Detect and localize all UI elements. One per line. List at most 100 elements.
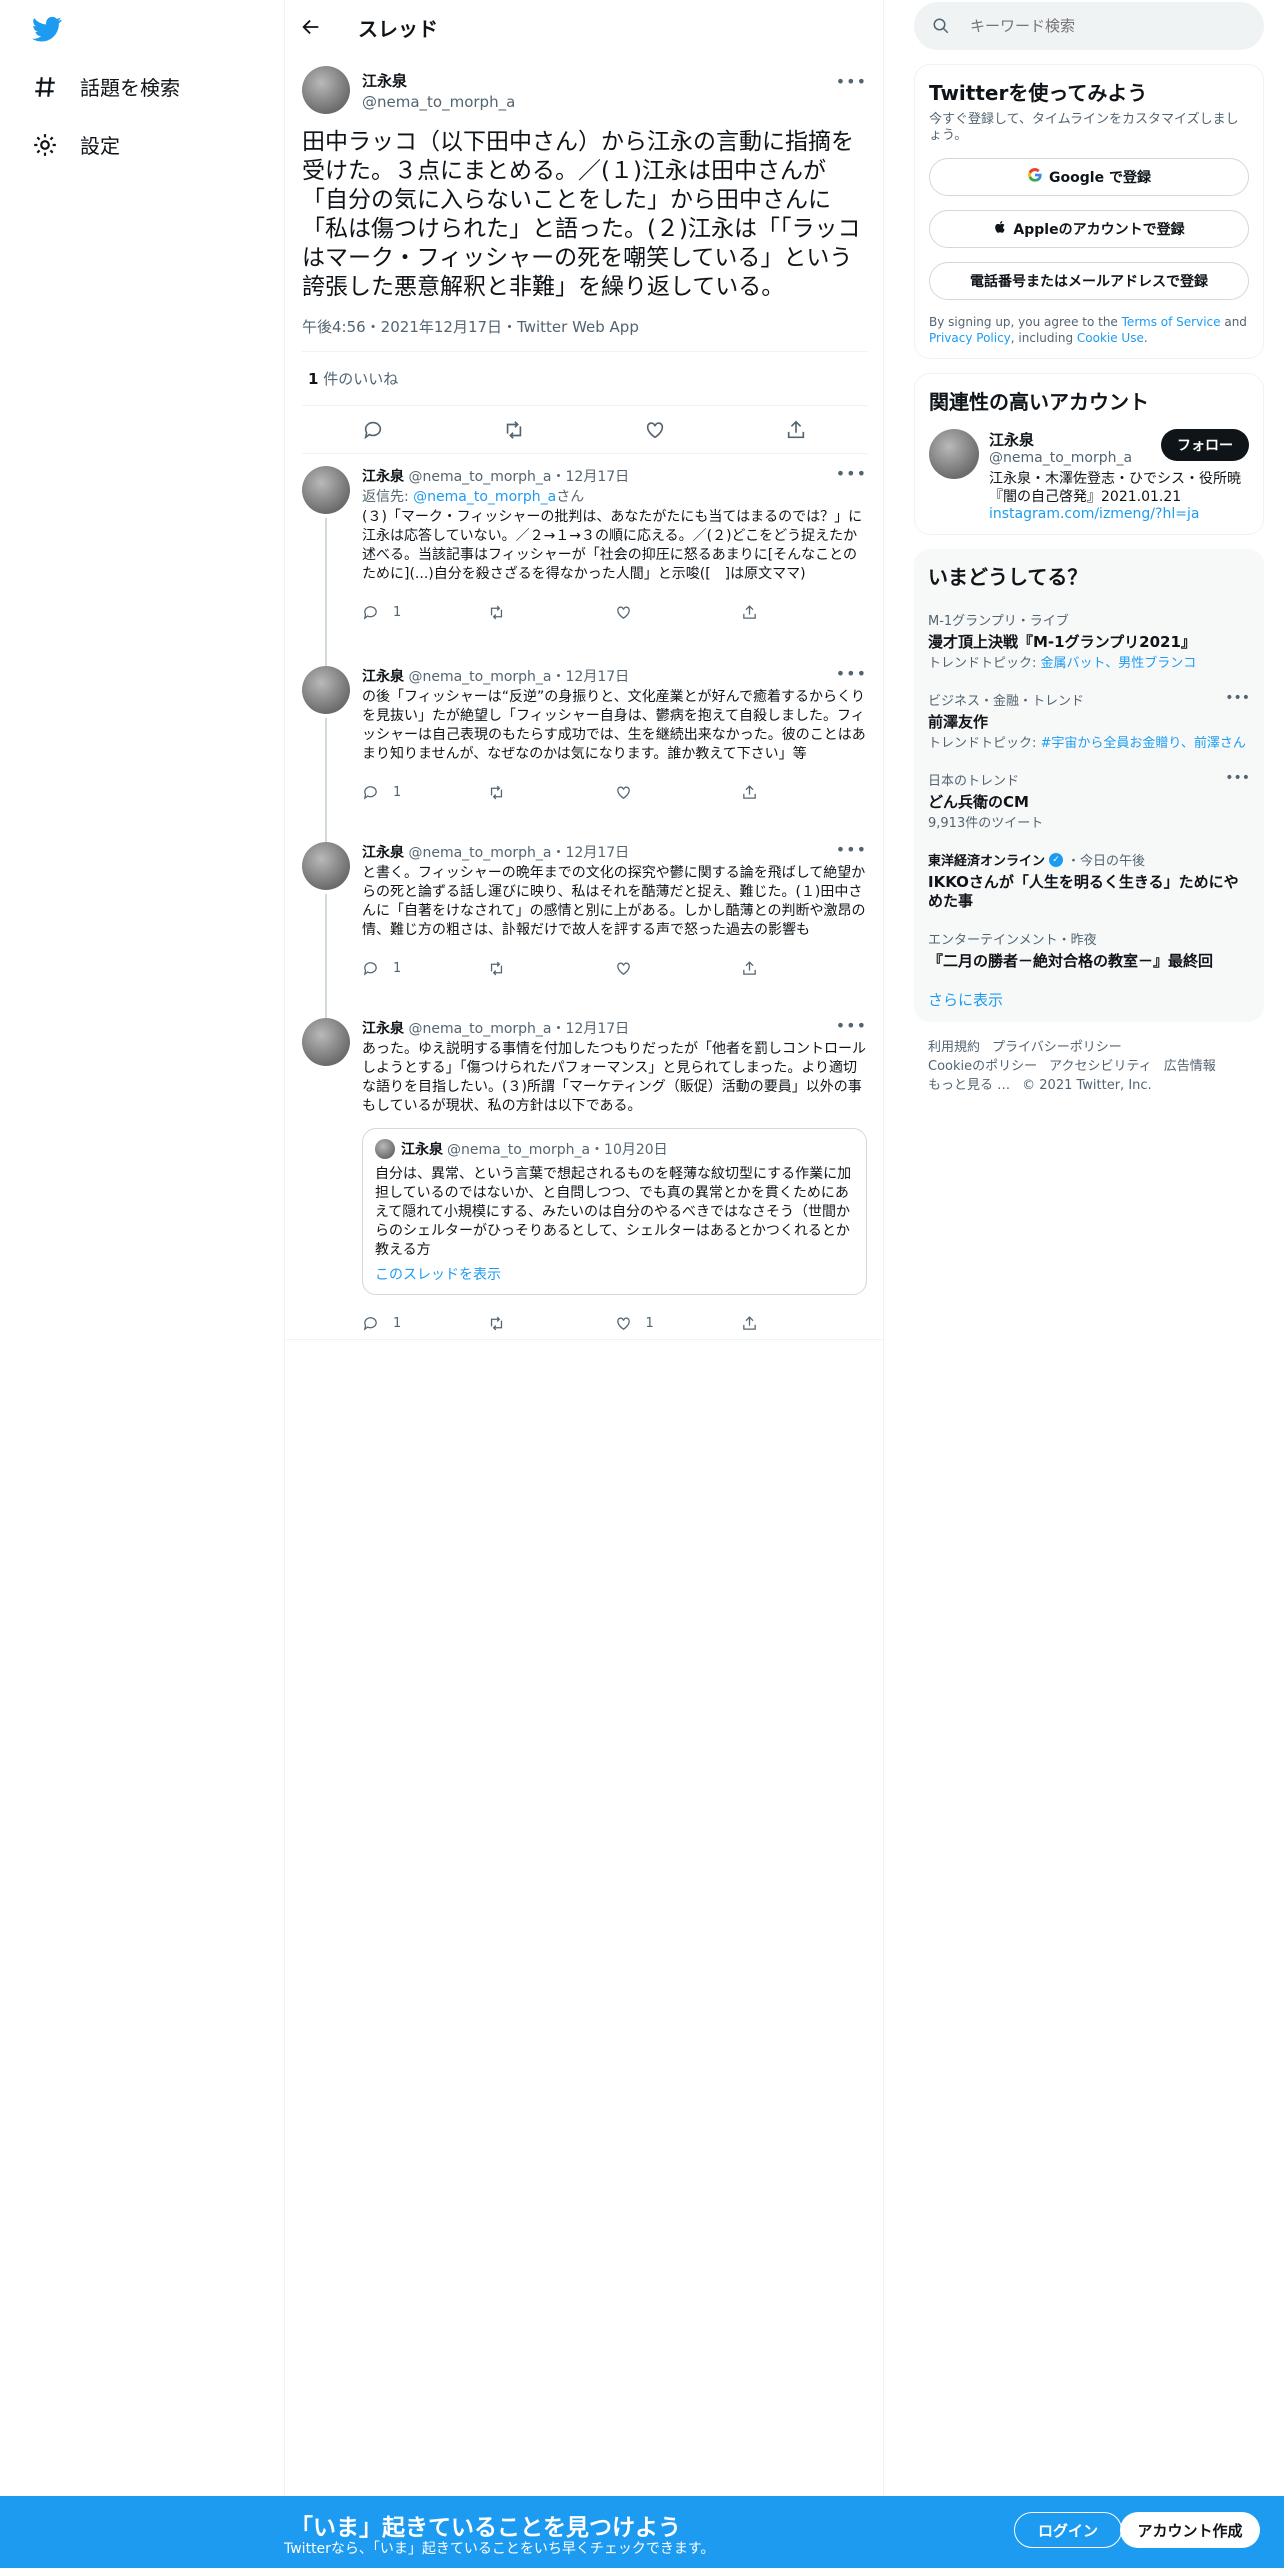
- trends-title: いまどうしてる？: [928, 565, 1088, 589]
- reply-button[interactable]: 1: [362, 604, 488, 621]
- source-name: 東洋経済オンライン: [928, 854, 1046, 869]
- trend-item[interactable]: 日本のトレンド ••• どん兵衛のCM 9,913件のツイート: [928, 760, 1250, 840]
- footer-more-link[interactable]: もっと見る …: [928, 1078, 1010, 1093]
- more-options-icon[interactable]: •••: [836, 1016, 867, 1035]
- retweet-button[interactable]: [488, 784, 614, 801]
- trend-name: 『二月の勝者－絶対合格の教室－』最終回: [928, 952, 1214, 970]
- author-name[interactable]: 江永泉: [362, 669, 404, 685]
- trend-info-prefix: トレンドトピック:: [928, 736, 1041, 751]
- reply-button[interactable]: 1: [362, 1315, 488, 1332]
- more-options-icon[interactable]: •••: [836, 664, 867, 683]
- more-options-icon[interactable]: •••: [1225, 690, 1250, 706]
- tweet-text: と書く。フィッシャーの晩年までの文化の探究や鬱に関する論を飛ばして絶望からの死と…: [362, 865, 866, 938]
- avatar[interactable]: [302, 66, 350, 114]
- author-handle[interactable]: @nema_to_morph_a: [362, 93, 515, 111]
- reply-tweet[interactable]: 江永泉 @nema_to_morph_a・12月17日 ••• 返信先: @nem…: [286, 454, 883, 658]
- retweet-button[interactable]: [488, 604, 614, 621]
- reply-to-handle[interactable]: @nema_to_morph_a: [413, 489, 556, 505]
- avatar[interactable]: [302, 842, 350, 890]
- trend-item[interactable]: ビジネス・金融・トレンド ••• 前澤友作 トレンドトピック: #宇宙から全員お…: [928, 680, 1250, 760]
- reply-button[interactable]: 1: [362, 784, 488, 801]
- signup-button[interactable]: アカウント作成: [1120, 2512, 1260, 2548]
- reply-tweet[interactable]: 江永泉 @nema_to_morph_a・12月17日 ••• と書く。フィッシャ…: [286, 818, 883, 1010]
- more-options-icon[interactable]: •••: [836, 72, 867, 91]
- footer-link[interactable]: Cookieのポリシー: [928, 1059, 1037, 1074]
- share-button[interactable]: [741, 784, 867, 801]
- like-button[interactable]: [615, 784, 741, 801]
- thread-line: [325, 518, 327, 658]
- twitter-logo-icon[interactable]: [30, 14, 64, 44]
- likes-count[interactable]: 1 件のいいね: [302, 352, 867, 406]
- account-link[interactable]: instagram.com/izmeng/?hl=ja: [989, 506, 1249, 522]
- phone-signup-button[interactable]: 電話番号またはメールアドレスで登録: [929, 262, 1249, 300]
- reply-icon: [363, 1316, 377, 1331]
- trend-item[interactable]: 東洋経済オンライン ✓ ・今日の午後 IKKOさんが「人生を明るく生きる」ためにやめ…: [928, 840, 1250, 919]
- terms-prefix: By signing up, you agree to the: [929, 315, 1122, 329]
- search-input[interactable]: [970, 17, 1230, 35]
- avatar: [375, 1139, 395, 1159]
- tweet-meta[interactable]: @nema_to_morph_a・12月17日: [408, 669, 629, 685]
- reply-button[interactable]: 1: [362, 960, 488, 977]
- retweet-button[interactable]: [488, 1315, 614, 1332]
- avatar[interactable]: [302, 666, 350, 714]
- tweet-meta[interactable]: @nema_to_morph_a・12月17日: [408, 469, 629, 485]
- tweet-meta[interactable]: @nema_to_morph_a・12月17日: [408, 845, 629, 861]
- like-button[interactable]: 1: [615, 1315, 741, 1332]
- retweet-button[interactable]: [488, 960, 614, 977]
- more-options-icon[interactable]: •••: [836, 840, 867, 859]
- apple-signup-button[interactable]: Appleのアカウントで登録: [929, 210, 1249, 248]
- search-bar[interactable]: [914, 2, 1264, 50]
- like-button[interactable]: [615, 604, 741, 621]
- terms-link[interactable]: Terms of Service: [1122, 315, 1221, 329]
- tweet-actions: 1: [362, 772, 867, 812]
- author-name[interactable]: 江永泉: [362, 469, 404, 485]
- footer-link[interactable]: プライバシーポリシー: [992, 1040, 1122, 1055]
- avatar[interactable]: [929, 429, 979, 479]
- copyright: © 2021 Twitter, Inc.: [1022, 1078, 1152, 1093]
- tweet-timestamp[interactable]: 午後4:56・2021年12月17日・Twitter Web App: [302, 316, 867, 352]
- thread-column: スレッド 江永泉 @nema_to_morph_a ••• 田中ラッコ（以下田中…: [286, 0, 884, 2496]
- related-account[interactable]: 江永泉 @nema_to_morph_a 江永泉・木澤佐登志・ひでシス・役所暁『…: [929, 429, 1249, 522]
- author-name[interactable]: 江永泉: [362, 845, 404, 861]
- nav-explore[interactable]: 話題を検索: [32, 72, 180, 101]
- google-signup-button[interactable]: Google で登録: [929, 158, 1249, 196]
- trend-name: 前澤友作: [928, 713, 989, 731]
- reply-tweet[interactable]: 江永泉 @nema_to_morph_a・12月17日 ••• の後「フィッシャー…: [286, 642, 883, 834]
- quoted-tweet[interactable]: 江永泉 @nema_to_morph_a・10月20日 自分は、異常、という言葉で…: [362, 1128, 867, 1295]
- main-tweet: 江永泉 @nema_to_morph_a ••• 田中ラッコ（以下田中さん）から…: [286, 54, 883, 454]
- share-icon[interactable]: [785, 419, 807, 441]
- more-options-icon[interactable]: •••: [1225, 770, 1250, 786]
- cookie-link[interactable]: Cookie Use: [1077, 331, 1144, 345]
- more-options-icon[interactable]: •••: [836, 464, 867, 483]
- terms-text: By signing up, you agree to the Terms of…: [929, 314, 1249, 346]
- follow-button[interactable]: フォロー: [1161, 429, 1249, 461]
- show-more-link[interactable]: さらに表示: [928, 979, 1250, 1010]
- avatar[interactable]: [302, 1018, 350, 1066]
- tweet-meta[interactable]: @nema_to_morph_a・12月17日: [408, 1021, 629, 1037]
- trend-item[interactable]: エンターテインメント・昨夜 『二月の勝者－絶対合格の教室－』最終回: [928, 919, 1250, 979]
- like-button[interactable]: [615, 960, 741, 977]
- share-button[interactable]: [741, 960, 867, 977]
- trend-info-prefix: トレンドトピック:: [928, 656, 1041, 671]
- author-name[interactable]: 江永泉: [362, 70, 515, 91]
- reply-icon: [363, 961, 377, 976]
- show-thread-link[interactable]: このスレッドを表示: [375, 1264, 854, 1284]
- share-button[interactable]: [741, 604, 867, 621]
- trend-topic-link[interactable]: 金属バット、男性ブランコ: [1041, 656, 1197, 671]
- nav-settings[interactable]: 設定: [32, 130, 120, 159]
- trend-topic-link[interactable]: #宇宙から全員お金贈り、前澤さん: [1041, 736, 1246, 751]
- avatar[interactable]: [302, 466, 350, 514]
- reply-icon[interactable]: [362, 419, 384, 441]
- share-button[interactable]: [741, 1315, 867, 1332]
- login-button[interactable]: ログイン: [1014, 2512, 1122, 2548]
- like-icon[interactable]: [644, 419, 666, 441]
- reply-tweet[interactable]: 江永泉 @nema_to_morph_a・12月17日 ••• あった。ゆえ説明す…: [286, 994, 883, 1340]
- footer-link[interactable]: アクセシビリティ: [1049, 1059, 1152, 1074]
- retweet-icon[interactable]: [503, 419, 525, 441]
- footer-link[interactable]: 利用規約: [928, 1040, 980, 1055]
- footer-link[interactable]: 広告情報: [1164, 1059, 1216, 1074]
- privacy-link[interactable]: Privacy Policy: [929, 331, 1011, 345]
- trend-item[interactable]: M-1グランプリ・ライブ 漫才頂上決戦『M-1グランプリ2021』 トレンドトピ…: [928, 600, 1250, 680]
- back-arrow-icon[interactable]: [300, 16, 322, 38]
- author-name[interactable]: 江永泉: [362, 1021, 404, 1037]
